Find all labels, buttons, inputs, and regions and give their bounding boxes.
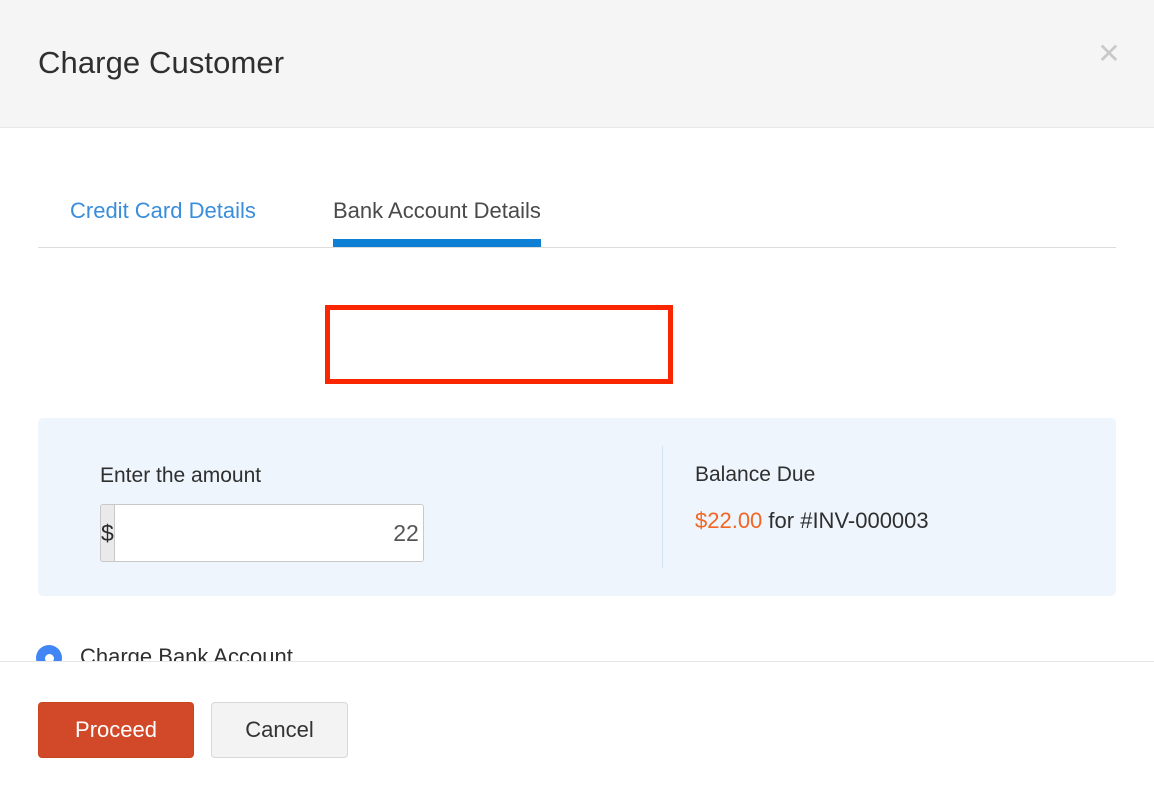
modal-footer: Proceed Cancel <box>0 661 1154 800</box>
cancel-button[interactable]: Cancel <box>211 702 348 758</box>
tab-bank-account-details[interactable]: Bank Account Details <box>333 187 541 247</box>
amount-input[interactable] <box>115 505 424 561</box>
balance-due-title: Balance Due <box>695 460 929 490</box>
tab-credit-card-details[interactable]: Credit Card Details <box>70 187 256 247</box>
modal-header: Charge Customer ✕ <box>0 0 1154 128</box>
amount-balance-panel: Enter the amount $ Balance Due $22.00 fo… <box>38 418 1116 596</box>
annotation-highlight-box <box>325 305 673 384</box>
page-title: Charge Customer <box>38 42 284 84</box>
tab-bar: Credit Card Details Bank Account Details <box>38 188 1116 248</box>
balance-due-section: Balance Due $22.00 for #INV-000003 <box>695 460 929 536</box>
modal-body: Credit Card Details Bank Account Details… <box>0 128 1154 660</box>
balance-due-value-row: $22.00 for #INV-000003 <box>695 506 929 536</box>
close-icon[interactable]: ✕ <box>1093 38 1125 70</box>
amount-input-group: $ <box>100 504 424 562</box>
amount-section: Enter the amount $ <box>100 462 424 562</box>
proceed-button[interactable]: Proceed <box>38 702 194 758</box>
balance-due-invoice-ref: for #INV-000003 <box>768 508 928 533</box>
charge-customer-modal: Charge Customer ✕ Credit Card Details Ba… <box>0 0 1154 800</box>
tab-bank-account-details-label: Bank Account Details <box>333 196 541 226</box>
active-tab-underline <box>333 239 541 247</box>
tab-credit-card-details-label: Credit Card Details <box>70 196 256 226</box>
balance-due-amount: $22.00 <box>695 508 762 533</box>
panel-divider <box>662 446 663 568</box>
currency-symbol-icon: $ <box>101 505 115 561</box>
amount-label: Enter the amount <box>100 462 424 490</box>
